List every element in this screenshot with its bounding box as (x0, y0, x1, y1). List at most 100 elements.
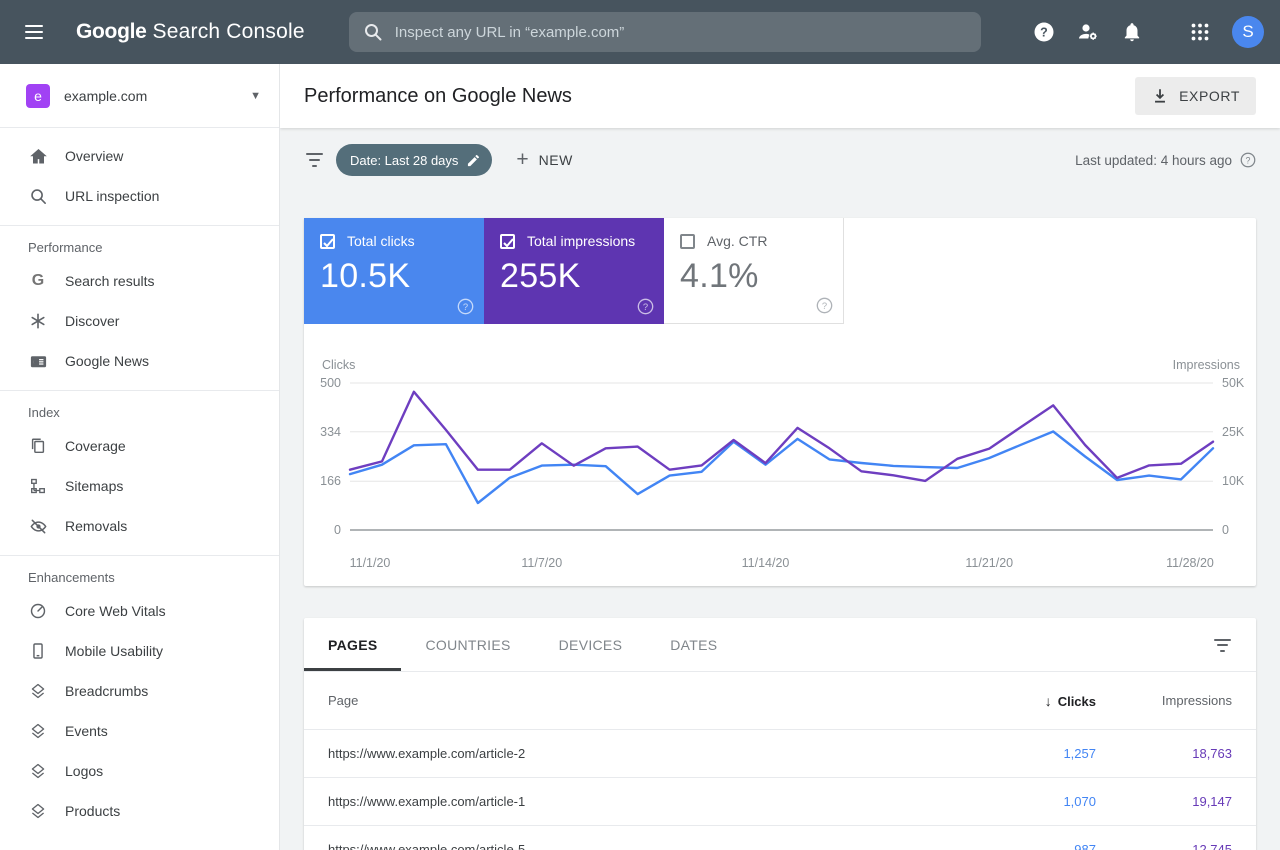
sidebar-item-core-web-vitals[interactable]: Core Web Vitals (0, 591, 279, 631)
download-icon (1155, 89, 1166, 103)
right-axis-tick: 25K (1222, 425, 1245, 439)
sidebar-nav: Overview URL inspection Performance G Se… (0, 128, 279, 831)
table-row[interactable]: https://www.example.com/article-5 987 12,7… (304, 826, 1256, 850)
filter-bar: Date: Last 28 days + NEW Last updated: 4… (280, 128, 1280, 192)
sidebar-item-events[interactable]: Events (0, 711, 279, 751)
column-header-clicks[interactable]: ↓ Clicks (966, 693, 1096, 709)
help-outline-icon[interactable]: ? (816, 297, 833, 314)
page-url-cell[interactable]: https://www.example.com/article-1 (304, 794, 966, 809)
sidebar-item-label: Products (65, 803, 121, 819)
metric-label: Total clicks (347, 233, 415, 249)
account-avatar[interactable]: S (1232, 16, 1264, 48)
table-filter-icon[interactable] (1212, 637, 1232, 654)
export-button[interactable]: EXPORT (1135, 77, 1256, 115)
tab-devices[interactable]: DEVICES (535, 618, 647, 671)
total-clicks-card[interactable]: Total clicks 10.5K ? (304, 218, 484, 324)
help-button[interactable]: ? (1024, 12, 1064, 52)
chart-container: 0 0 166 10K 334 25K 500 50K Clicks Impressions 11/… (304, 324, 1256, 591)
main-area: Performance on Google News EXPORT Date: … (280, 64, 1280, 850)
sidebar-item-products[interactable]: Products (0, 791, 279, 831)
help-outline-icon[interactable]: ? (1240, 152, 1256, 168)
sidebar-item-coverage[interactable]: Coverage (0, 426, 279, 466)
sidebar-item-url-inspection[interactable]: URL inspection (0, 176, 279, 216)
nav-section-index: Index Coverage Sitemaps Removals (0, 390, 279, 546)
menu-button[interactable] (14, 12, 54, 52)
metric-value: 4.1% (680, 257, 759, 295)
metric-cards: Total clicks 10.5K ? Total impressions 2… (304, 218, 1256, 324)
sidebar-item-logos[interactable]: Logos (0, 751, 279, 791)
sidebar-item-removals[interactable]: Removals (0, 506, 279, 546)
sidebar-item-search-results[interactable]: G Search results (0, 261, 279, 301)
table-tabs: PAGES COUNTRIES DEVICES DATES (304, 618, 1256, 672)
metric-value: 255K (500, 257, 581, 295)
avg-ctr-card[interactable]: Avg. CTR 4.1% ? (664, 218, 844, 324)
help-outline-icon[interactable]: ? (637, 298, 654, 315)
clicks-cell: 1,070 (1063, 794, 1096, 809)
export-label: EXPORT (1179, 88, 1240, 104)
date-filter-chip[interactable]: Date: Last 28 days (336, 144, 493, 176)
total-impressions-card[interactable]: Total impressions 255K ? (484, 218, 664, 324)
left-axis-tick: 166 (320, 474, 341, 488)
app-logo[interactable]: Google Search Console (76, 20, 305, 44)
svg-text:?: ? (1040, 25, 1048, 39)
nav-section-header: Enhancements (28, 570, 115, 585)
notifications-button[interactable] (1112, 12, 1152, 52)
column-header-impressions[interactable]: Impressions (1096, 693, 1256, 708)
column-header-page[interactable]: Page (304, 693, 966, 708)
x-axis-label: 11/1/20 (350, 556, 391, 570)
filter-icon[interactable] (304, 152, 324, 169)
manage-accounts-icon (1079, 24, 1097, 40)
sidebar-item-label: Events (65, 723, 108, 739)
page-url-cell[interactable]: https://www.example.com/article-5 (304, 842, 966, 850)
sidebar-item-label: Breadcrumbs (65, 683, 149, 699)
sidebar-item-label: Coverage (65, 438, 126, 454)
x-axis-label: 11/7/20 (521, 556, 562, 570)
top-app-bar: GoogleSearch Console ? S (0, 0, 1280, 64)
tab-countries[interactable]: COUNTRIES (401, 618, 534, 671)
help-outline-icon[interactable]: ? (457, 298, 474, 315)
tab-pages[interactable]: PAGES (304, 618, 402, 671)
left-axis-tick: 500 (320, 376, 341, 390)
sidebar-item-discover[interactable]: Discover (0, 301, 279, 341)
search-input[interactable] (394, 23, 967, 41)
layers-icon (28, 721, 48, 741)
table-row[interactable]: https://www.example.com/article-1 1,070 19… (304, 778, 1256, 826)
impressions-cell: 12,745 (1192, 842, 1232, 850)
performance-line-chart[interactable]: 0 0 166 10K 334 25K 500 50K Clicks Impressions 11/… (304, 350, 1256, 586)
left-axis-tick: 334 (320, 425, 341, 439)
sidebar-item-sitemaps[interactable]: Sitemaps (0, 466, 279, 506)
plus-icon: + (516, 148, 529, 171)
logo-product-text: Search Console (152, 20, 305, 43)
table-body: https://www.example.com/article-2 1,257 18… (304, 730, 1256, 850)
left-axis-title: Clicks (322, 358, 355, 372)
hamburger-icon (25, 25, 43, 39)
chevron-down-icon: ▼ (250, 89, 261, 102)
sidebar-item-breadcrumbs[interactable]: Breadcrumbs (0, 671, 279, 711)
bell-icon (1124, 23, 1140, 42)
nav-section-performance: Performance G Search results Discover G … (0, 225, 279, 381)
checkbox-checked-icon (500, 233, 515, 249)
user-settings-button[interactable] (1068, 12, 1108, 52)
x-axis-label: 11/21/20 (965, 556, 1013, 570)
discover-icon (28, 311, 48, 331)
property-icon: e (26, 83, 50, 108)
page-header: Performance on Google News EXPORT (280, 64, 1280, 128)
sidebar-item-overview[interactable]: Overview (0, 136, 279, 176)
sidebar-item-label: Removals (65, 518, 128, 534)
new-label: NEW (538, 152, 573, 168)
right-axis-tick: 10K (1222, 474, 1245, 488)
impressions-cell: 19,147 (1192, 794, 1232, 809)
x-axis-label: 11/28/20 (1166, 556, 1214, 570)
new-filter-button[interactable]: + NEW (516, 148, 573, 171)
tab-dates[interactable]: DATES (646, 618, 741, 671)
page-url-cell[interactable]: https://www.example.com/article-2 (304, 746, 966, 761)
sidebar-item-google-news[interactable]: G Google News (0, 341, 279, 381)
sidebar-item-label: Core Web Vitals (65, 603, 166, 619)
google-apps-button[interactable] (1180, 12, 1220, 52)
dimensions-table-panel: PAGES COUNTRIES DEVICES DATES Page ↓ Clic… (304, 618, 1256, 850)
sidebar-item-mobile-usability[interactable]: Mobile Usability (0, 631, 279, 671)
table-row[interactable]: https://www.example.com/article-2 1,257 18… (304, 730, 1256, 778)
url-inspect-searchbox[interactable] (348, 12, 981, 52)
help-icon: ? (1034, 22, 1054, 42)
property-selector[interactable]: e example.com ▼ (0, 64, 279, 128)
